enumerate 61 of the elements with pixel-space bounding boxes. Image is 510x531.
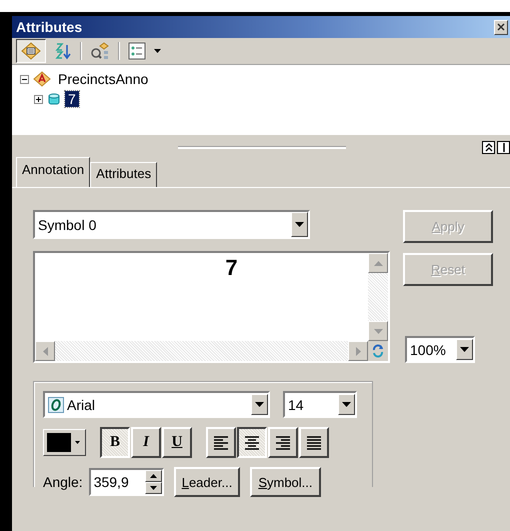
- bar-icon: [502, 142, 506, 152]
- caret-icon: [75, 441, 80, 444]
- splitter-handle[interactable]: [178, 146, 346, 148]
- bold-button[interactable]: B: [100, 427, 130, 458]
- italic-button[interactable]: I: [131, 427, 161, 458]
- down-arrow-icon: [374, 328, 382, 334]
- symbol-dropdown[interactable]: Symbol 0: [33, 210, 310, 239]
- angle-field[interactable]: 359,9: [88, 468, 164, 496]
- double-chevron-icon: [484, 142, 492, 152]
- collapse-button[interactable]: [482, 140, 495, 154]
- button[interactable]: Symbol...: [250, 467, 320, 497]
- horizontal-scrollbar[interactable]: [35, 341, 368, 361]
- zoom-dropdown[interactable]: 100%: [405, 336, 475, 363]
- list-icon: [20, 41, 42, 61]
- angle-label: Angle:: [43, 474, 83, 490]
- align-justify-icon: [307, 436, 321, 450]
- cylinder-icon: [47, 92, 61, 106]
- window-title: Attributes: [16, 19, 82, 35]
- tab[interactable]: Annotation: [16, 157, 90, 187]
- align-center-button[interactable]: [237, 427, 267, 458]
- find-icon: [89, 41, 111, 61]
- dropdown-arrow-icon: [460, 347, 469, 352]
- align-center-icon: [245, 436, 259, 450]
- caret-icon: [154, 49, 161, 53]
- close-button[interactable]: [494, 20, 508, 34]
- toolbar-button[interactable]: [16, 39, 46, 63]
- layout-button[interactable]: [497, 140, 510, 154]
- align-justify-button[interactable]: [299, 427, 329, 458]
- dropdown-arrow-icon: [255, 402, 264, 407]
- dropdown-arrow-icon: [342, 402, 351, 407]
- close-icon: [497, 23, 505, 31]
- expander-icon[interactable]: [34, 94, 43, 104]
- align-right-icon: [276, 436, 290, 450]
- left-arrow-icon: [42, 346, 48, 356]
- align-left-button[interactable]: [206, 427, 236, 458]
- refresh-icon: [371, 344, 385, 358]
- underline-button[interactable]: U: [162, 427, 192, 458]
- plus-icon: [34, 94, 43, 104]
- down-arrow-icon: [150, 486, 157, 490]
- dropdown-arrow-icon: [295, 222, 304, 227]
- minus-icon: [20, 74, 29, 84]
- font-size-dropdown[interactable]: 14: [283, 391, 357, 418]
- right-arrow-icon: [356, 346, 360, 356]
- list-options-icon: [127, 41, 147, 61]
- tree-item[interactable]: PrecinctsAnno: [55, 71, 152, 87]
- tab[interactable]: Attributes: [90, 162, 158, 187]
- font-dropdown[interactable]: Arial: [43, 391, 270, 418]
- button[interactable]: Leader...: [174, 467, 240, 497]
- vertical-scrollbar[interactable]: [368, 253, 388, 341]
- color-picker[interactable]: [43, 429, 86, 456]
- tree-item[interactable]: 7: [65, 91, 79, 107]
- annotation-layer-icon: [33, 71, 51, 87]
- expander-icon[interactable]: [20, 74, 29, 84]
- align-left-icon: [214, 436, 228, 450]
- align-right-button[interactable]: [268, 427, 298, 458]
- font-icon: [48, 396, 64, 412]
- sort-icon: [53, 41, 73, 61]
- preview-text: 7: [224, 254, 239, 282]
- spinner[interactable]: [144, 470, 162, 494]
- up-arrow-icon: [150, 474, 157, 478]
- up-arrow-icon: [374, 260, 382, 266]
